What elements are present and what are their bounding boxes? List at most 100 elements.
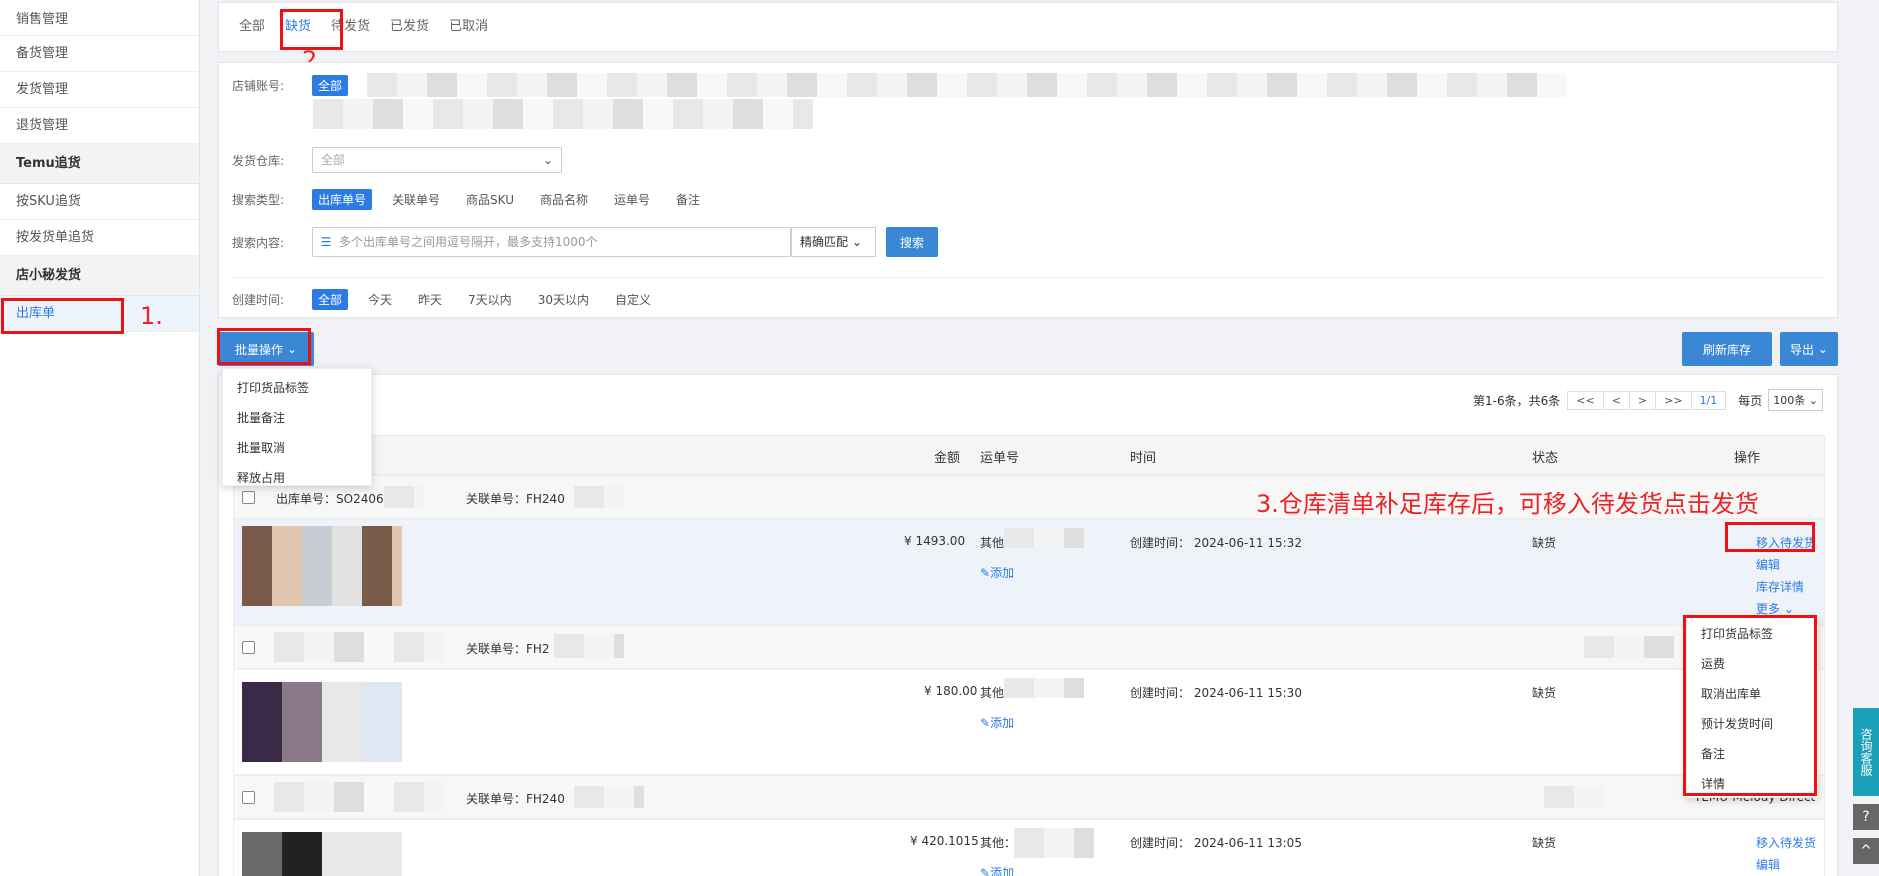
search-type-remark[interactable]: 备注 bbox=[670, 189, 706, 210]
pager-summary: 第1-6条，共6条 bbox=[1473, 393, 1561, 408]
match-mode-value: 精确匹配 bbox=[800, 235, 849, 249]
search-type-tracking[interactable]: 运单号 bbox=[608, 189, 656, 210]
created-label: 创建时间: bbox=[232, 293, 285, 307]
mosaic bbox=[574, 486, 624, 508]
help-icon[interactable]: ? bbox=[1853, 804, 1879, 830]
order-1-created: 创建时间： 2024-06-11 15:32 bbox=[1130, 536, 1302, 550]
pager-first[interactable]: << bbox=[1567, 390, 1604, 410]
batch-menu-remark[interactable]: 批量备注 bbox=[223, 403, 371, 433]
search-content-row: 搜索内容: ☰ 多个出库单号之间用逗号隔开，最多支持1000个 精确匹配 ⌄ 搜… bbox=[232, 227, 938, 257]
sidebar-item-returns[interactable]: 退货管理 bbox=[0, 108, 199, 144]
sidebar-item-by-sku[interactable]: 按SKU追货 bbox=[0, 184, 199, 220]
order-1-stock-detail[interactable]: 库存详情 bbox=[1756, 578, 1804, 595]
order-3-edit[interactable]: 编辑 bbox=[1756, 856, 1780, 873]
warehouse-select[interactable]: 全部 ⌄ bbox=[312, 147, 562, 173]
mosaic bbox=[574, 786, 644, 808]
search-placeholder: 多个出库单号之间用逗号隔开，最多支持1000个 bbox=[339, 228, 791, 256]
order-1-amount: ¥ 1493.00 bbox=[904, 534, 966, 548]
mosaic bbox=[1004, 678, 1084, 698]
product-thumbnail bbox=[242, 526, 402, 606]
created-30days[interactable]: 30天以内 bbox=[532, 289, 595, 310]
per-page-label: 每页 bbox=[1738, 393, 1763, 408]
mosaic bbox=[1014, 828, 1094, 858]
export-button[interactable]: 导出 ⌄ bbox=[1780, 332, 1838, 366]
chevron-down-icon: ⌄ bbox=[851, 235, 862, 249]
order-row-2: ¥ 180.00 其他：D ✎添加 创建时间： 2024-06-11 15:30… bbox=[233, 669, 1825, 775]
shop-list-mosaic-2 bbox=[313, 99, 813, 129]
order-row-3: ¥ 420.1015 其他：12 ✎添加 创建时间： 2024-06-11 13… bbox=[233, 819, 1825, 876]
table-header: 件) 金额 运单号 时间 状态 操作 bbox=[233, 435, 1825, 475]
tab-shipped[interactable]: 已发货 bbox=[380, 9, 439, 45]
order-3-related-no: 关联单号：FH240 bbox=[466, 792, 565, 806]
mosaic bbox=[1544, 786, 1604, 808]
order-1-add-text: 添加 bbox=[990, 566, 1015, 580]
list-icon: ☰ bbox=[320, 235, 332, 249]
batch-menu-print-label[interactable]: 打印货品标签 bbox=[223, 373, 371, 403]
created-yesterday[interactable]: 昨天 bbox=[412, 289, 448, 310]
pager-next[interactable]: > bbox=[1628, 390, 1657, 410]
annotation-step3: 3.仓库清单补足库存后，可移入待发货点击发货 bbox=[1256, 490, 1759, 518]
filter-divider bbox=[232, 277, 1824, 278]
created-custom[interactable]: 自定义 bbox=[609, 289, 657, 310]
order-2-amount: ¥ 180.00 bbox=[924, 684, 978, 698]
tab-cancelled[interactable]: 已取消 bbox=[439, 9, 498, 45]
search-type-sku[interactable]: 商品SKU bbox=[460, 189, 520, 210]
shop-all-pill[interactable]: 全部 bbox=[312, 75, 349, 96]
sidebar-group-dianxiaomi[interactable]: 店小秘发货 bbox=[0, 256, 199, 296]
warehouse-row: 发货仓库: 全部 ⌄ bbox=[232, 147, 562, 173]
search-type-label: 搜索类型: bbox=[232, 193, 285, 207]
order-row-2-header: 关联单号：FH2 bbox=[233, 625, 1825, 669]
search-content-label: 搜索内容: bbox=[232, 235, 285, 250]
header-amount: 金额 bbox=[934, 451, 961, 466]
sidebar-item-stocking[interactable]: 备货管理 bbox=[0, 36, 199, 72]
order-1-add-link[interactable]: ✎添加 bbox=[980, 564, 1014, 581]
order-1-edit[interactable]: 编辑 bbox=[1756, 556, 1780, 573]
consult-service-button[interactable]: 咨询客服 bbox=[1853, 708, 1879, 796]
order-3-checkbox[interactable] bbox=[242, 791, 255, 804]
search-button[interactable]: 搜索 bbox=[886, 227, 938, 257]
sidebar-item-by-shipment[interactable]: 按发货单追货 bbox=[0, 220, 199, 256]
sidebar-item-sales[interactable]: 销售管理 bbox=[0, 0, 199, 36]
order-3-amount: ¥ 420.1015 bbox=[910, 834, 979, 848]
mosaic bbox=[554, 634, 624, 658]
sidebar: 销售管理 备货管理 发货管理 退货管理 Temu追货 按SKU追货 按发货单追货… bbox=[0, 0, 200, 876]
order-1-more-text: 更多 bbox=[1756, 602, 1781, 616]
sidebar-group-temu[interactable]: Temu追货 bbox=[0, 144, 199, 184]
filter-panel: 店铺账号: 全部 发货仓库: 全部 ⌄ 搜索类型: 出库单号 关联单号 商品SK… bbox=[218, 62, 1838, 318]
pager-prev[interactable]: < bbox=[1602, 390, 1630, 410]
created-row: 创建时间: 全部 今天 昨天 7天以内 30天以内 自定义 bbox=[232, 289, 671, 310]
order-2-add-text: 添加 bbox=[990, 716, 1015, 730]
search-type-row: 搜索类型: 出库单号 关联单号 商品SKU 商品名称 运单号 备注 bbox=[232, 189, 720, 210]
header-actions: 操作 bbox=[1734, 451, 1761, 466]
order-3-add-link[interactable]: ✎添加 bbox=[980, 864, 1014, 876]
back-to-top-icon[interactable]: ^ bbox=[1853, 838, 1879, 864]
search-type-outbound[interactable]: 出库单号 bbox=[312, 189, 373, 210]
created-today[interactable]: 今天 bbox=[362, 289, 398, 310]
order-2-add-link[interactable]: ✎添加 bbox=[980, 714, 1014, 731]
match-mode-select[interactable]: 精确匹配 ⌄ bbox=[792, 227, 876, 257]
order-3-move-to-pending[interactable]: 移入待发货 bbox=[1756, 834, 1816, 851]
order-3-status: 缺货 bbox=[1532, 836, 1557, 850]
order-2-related-no: 关联单号：FH2 bbox=[466, 642, 550, 656]
tab-all[interactable]: 全部 bbox=[229, 9, 275, 45]
pager-last[interactable]: >> bbox=[1655, 390, 1692, 410]
refresh-stock-button[interactable]: 刷新库存 bbox=[1682, 332, 1772, 366]
batch-operations-menu: 打印货品标签 批量备注 批量取消 释放占用 bbox=[222, 368, 372, 486]
order-2-checkbox[interactable] bbox=[242, 641, 255, 654]
batch-menu-cancel[interactable]: 批量取消 bbox=[223, 433, 371, 463]
created-7days[interactable]: 7天以内 bbox=[462, 289, 518, 310]
annotation-box-move bbox=[1725, 522, 1815, 552]
header-time: 时间 bbox=[1130, 451, 1157, 466]
shop-row: 店铺账号: 全部 bbox=[232, 75, 362, 96]
sidebar-item-shipping[interactable]: 发货管理 bbox=[0, 72, 199, 108]
search-type-name[interactable]: 商品名称 bbox=[534, 189, 594, 210]
search-type-related[interactable]: 关联单号 bbox=[386, 189, 446, 210]
search-input[interactable]: ☰ 多个出库单号之间用逗号隔开，最多支持1000个 bbox=[312, 227, 792, 257]
order-table-panel: 第1-6条，共6条 << < > >> 1/1 每页 100条 ⌄ 件) 金额 … bbox=[218, 374, 1838, 876]
order-2-created: 创建时间： 2024-06-11 15:30 bbox=[1130, 686, 1302, 700]
per-page-select[interactable]: 100条 ⌄ bbox=[1768, 389, 1823, 411]
annotation-box-batch bbox=[217, 328, 311, 365]
created-all[interactable]: 全部 bbox=[312, 289, 349, 310]
batch-menu-release[interactable]: 释放占用 bbox=[223, 463, 371, 493]
order-1-status: 缺货 bbox=[1532, 536, 1557, 550]
